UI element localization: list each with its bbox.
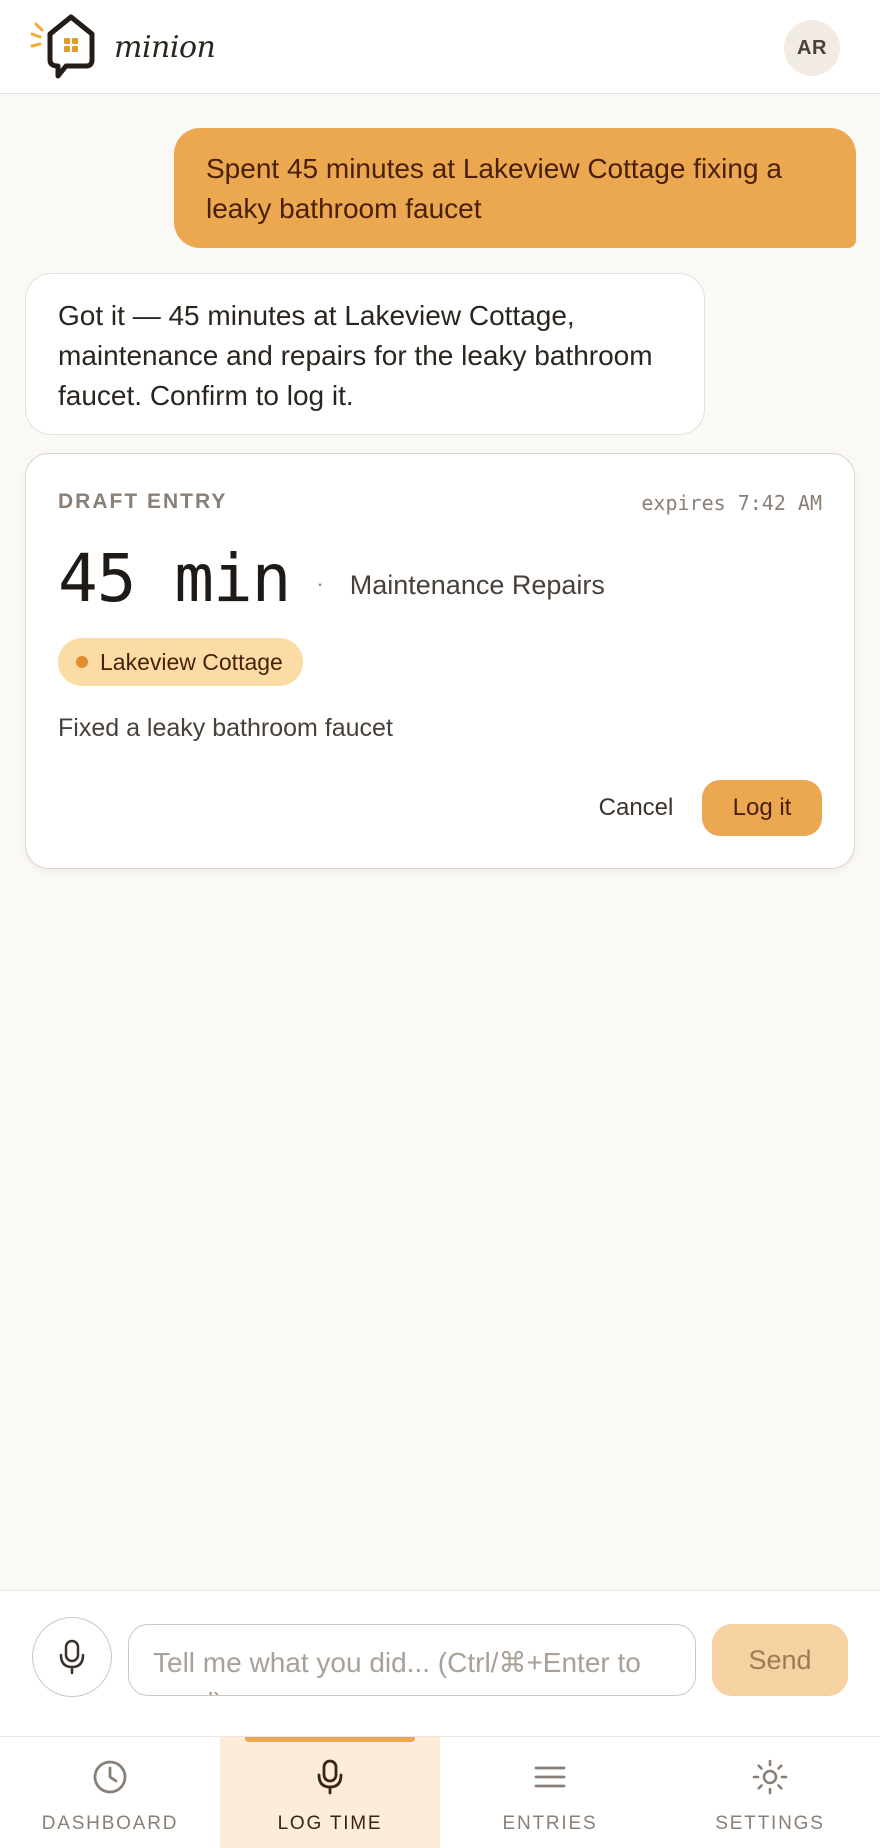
location-name: Lakeview Cottage bbox=[100, 648, 283, 675]
clock-icon bbox=[90, 1757, 130, 1797]
message-composer: Send bbox=[0, 1590, 880, 1736]
cancel-button[interactable]: Cancel bbox=[576, 780, 696, 836]
app-root: minion AR Spent 45 minutes at Lakeview C… bbox=[0, 0, 880, 1848]
log-it-button[interactable]: Log it bbox=[702, 780, 822, 836]
nav-label-dashboard: DASHBOARD bbox=[41, 1813, 179, 1834]
nav-label-log-time: LOG TIME bbox=[277, 1813, 383, 1834]
separator-dot: · bbox=[316, 571, 324, 596]
message-input[interactable] bbox=[128, 1624, 696, 1696]
microphone-icon bbox=[59, 1639, 85, 1675]
bottom-navigation: DASHBOARD LOG TIME ENTRIES SETTINGS bbox=[0, 1736, 880, 1848]
microphone-icon bbox=[310, 1757, 350, 1797]
app-logo[interactable]: minion bbox=[30, 12, 216, 82]
draft-category: Maintenance Repairs bbox=[349, 569, 605, 600]
location-pill: Lakeview Cottage bbox=[58, 638, 303, 686]
location-dot-icon bbox=[76, 656, 88, 668]
nav-item-log-time[interactable]: LOG TIME bbox=[220, 1737, 440, 1848]
draft-expires-time: expires 7:42 AM bbox=[641, 491, 822, 515]
voice-input-button[interactable] bbox=[32, 1617, 112, 1697]
send-button[interactable]: Send bbox=[712, 1624, 848, 1696]
app-name: minion bbox=[114, 29, 216, 65]
user-avatar[interactable]: AR bbox=[784, 20, 840, 76]
duration-row: 45 min · Maintenance Repairs bbox=[58, 534, 605, 624]
app-header: minion AR bbox=[0, 0, 880, 94]
nav-item-dashboard[interactable]: DASHBOARD bbox=[0, 1737, 220, 1848]
nav-label-settings: SETTINGS bbox=[715, 1813, 825, 1834]
nav-label-entries: ENTRIES bbox=[502, 1813, 598, 1834]
draft-entry-card: DRAFT ENTRY expires 7:42 AM 45 min · Mai… bbox=[25, 453, 855, 869]
nav-item-entries[interactable]: ENTRIES bbox=[440, 1737, 660, 1848]
draft-description: Fixed a leaky bathroom faucet bbox=[58, 714, 393, 742]
assistant-message-bubble: Got it — 45 minutes at Lakeview Cottage,… bbox=[25, 273, 705, 435]
draft-entry-label: DRAFT ENTRY bbox=[58, 490, 228, 513]
nav-item-settings[interactable]: SETTINGS bbox=[660, 1737, 880, 1848]
house-chat-logo-icon bbox=[30, 14, 95, 79]
draft-duration: 45 min bbox=[58, 540, 291, 617]
menu-icon bbox=[530, 1757, 570, 1797]
user-message-bubble: Spent 45 minutes at Lakeview Cottage fix… bbox=[174, 128, 856, 248]
sun-icon bbox=[750, 1757, 790, 1797]
